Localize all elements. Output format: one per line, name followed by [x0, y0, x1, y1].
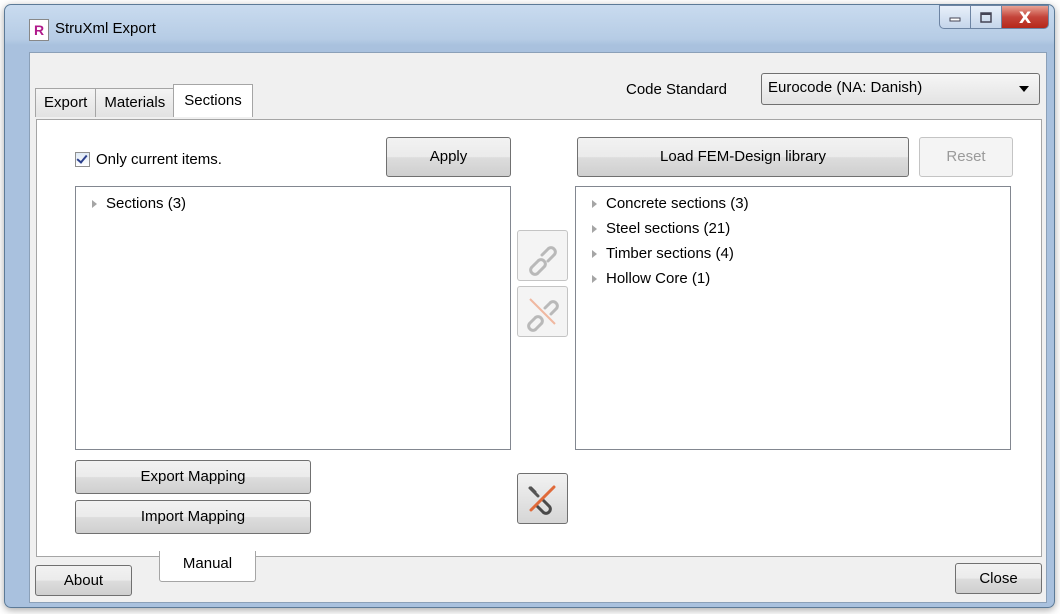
about-button[interactable]: About — [35, 565, 132, 596]
window-title: StruXml Export — [55, 20, 156, 37]
tab-materials[interactable]: Materials — [95, 88, 175, 117]
window-controls: X — [939, 5, 1049, 29]
minimize-icon — [949, 17, 961, 22]
tree-item-label: Timber sections (4) — [606, 245, 734, 262]
tree-item-sections[interactable]: Sections (3) — [90, 191, 510, 216]
manual-label: Manual — [182, 555, 233, 572]
tree-item-steel[interactable]: Steel sections (21) — [590, 216, 1010, 241]
maximize-icon — [980, 11, 992, 23]
code-standard-value: Eurocode (NA: Danish) — [768, 79, 923, 96]
app-logo-icon: R — [29, 19, 49, 41]
reset-button[interactable]: Reset — [919, 137, 1013, 177]
import-mapping-button[interactable]: Import Mapping — [75, 500, 311, 534]
tab-export[interactable]: Export — [35, 88, 97, 117]
code-standard-label: Code Standard — [626, 81, 727, 98]
link-button[interactable] — [517, 230, 568, 281]
load-library-button[interactable]: Load FEM-Design library — [577, 137, 909, 177]
tree-item-timber[interactable]: Timber sections (4) — [590, 241, 1010, 266]
unlink-all-icon — [528, 485, 556, 515]
expand-arrow-icon[interactable] — [592, 224, 597, 233]
minimize-button[interactable] — [939, 5, 971, 29]
maximize-button[interactable] — [970, 5, 1002, 29]
only-current-checkbox-row[interactable]: Only current items. — [75, 151, 222, 168]
close-icon: X — [1018, 7, 1032, 27]
fem-library-tree[interactable]: Concrete sections (3) Steel sections (21… — [575, 186, 1011, 450]
close-window-button[interactable]: X — [1001, 5, 1049, 29]
expand-arrow-icon[interactable] — [592, 274, 597, 283]
expand-arrow-icon[interactable] — [92, 199, 97, 208]
dropdown-arrow-icon — [1019, 86, 1029, 92]
unlink-button[interactable] — [517, 286, 568, 337]
tree-item-label: Steel sections (21) — [606, 220, 731, 237]
apply-button[interactable]: Apply — [386, 137, 511, 177]
app-window: R StruXml Export X Export Materials Sect… — [4, 4, 1055, 608]
tree-item-concrete[interactable]: Concrete sections (3) — [590, 191, 1010, 216]
sections-panel: Only current items. Apply Load FEM-Desig… — [36, 119, 1042, 557]
tab-sections[interactable]: Sections — [173, 84, 253, 117]
manual-button[interactable]: Manual — [159, 551, 256, 582]
only-current-checkbox[interactable] — [75, 152, 90, 167]
expand-arrow-icon[interactable] — [592, 249, 597, 258]
close-button[interactable]: Close — [955, 563, 1042, 594]
tree-item-label: Hollow Core (1) — [606, 270, 711, 287]
dialog-client: Export Materials Sections Code Standard … — [29, 52, 1047, 603]
tree-item-hollow-core[interactable]: Hollow Core (1) — [590, 266, 1010, 291]
export-mapping-button[interactable]: Export Mapping — [75, 460, 311, 494]
code-standard-select[interactable]: Eurocode (NA: Danish) — [761, 73, 1040, 105]
tree-item-label: Concrete sections (3) — [606, 195, 749, 212]
revit-sections-tree[interactable]: Sections (3) — [75, 186, 511, 450]
only-current-label: Only current items. — [96, 151, 222, 168]
expand-arrow-icon[interactable] — [592, 199, 597, 208]
title-bar[interactable]: R StruXml Export X — [5, 5, 1054, 49]
tree-item-label: Sections (3) — [106, 195, 187, 212]
tab-strip: Export Materials Sections — [35, 84, 253, 117]
link-icon — [529, 246, 557, 276]
unlink-icon — [527, 298, 559, 332]
unlink-all-button[interactable] — [517, 473, 568, 524]
